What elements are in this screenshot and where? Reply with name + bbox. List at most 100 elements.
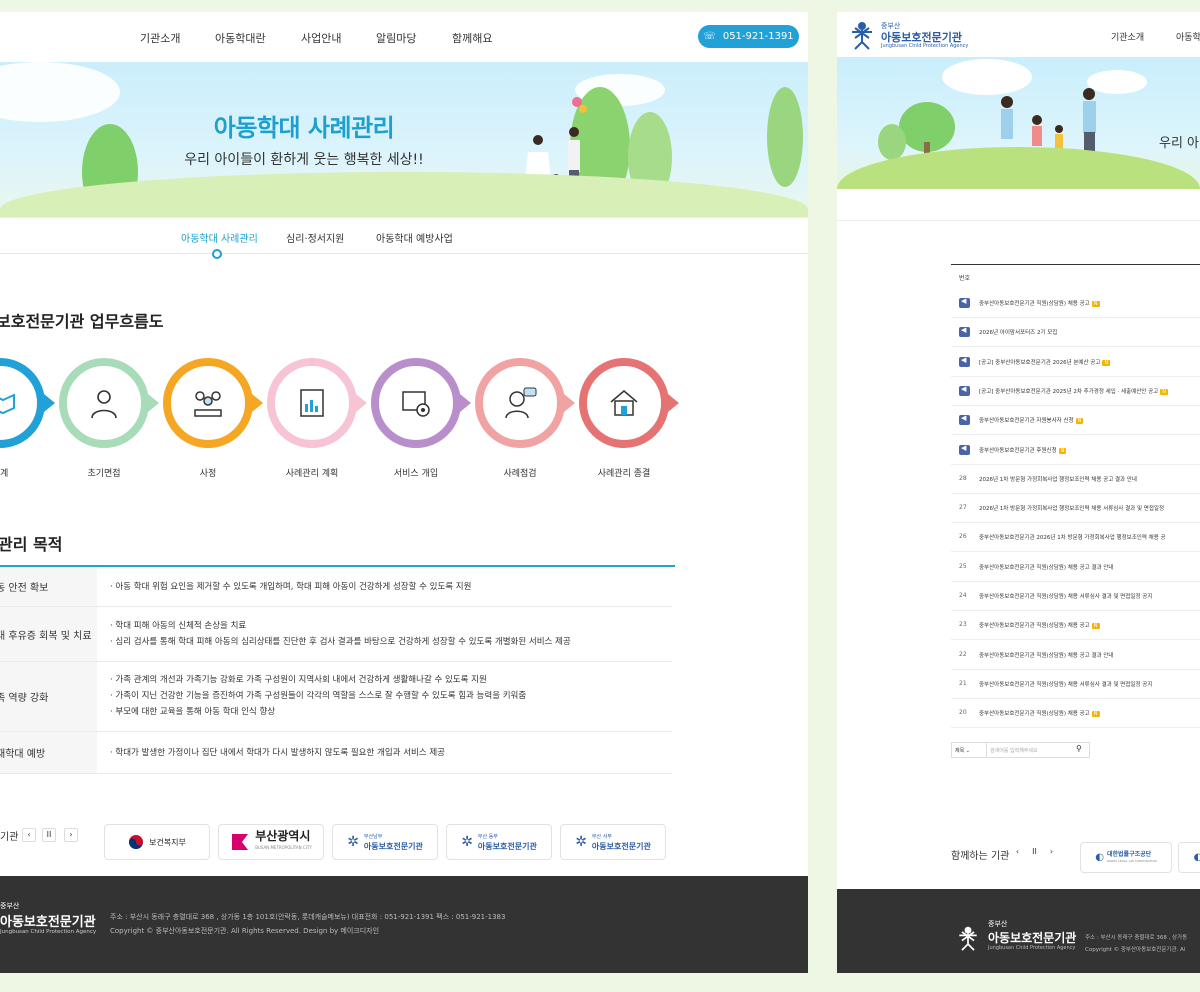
board-row[interactable]: 28 2026년 1차 방문형 가정회복사업 행정보조인력 채용 공고 결과 안내 xyxy=(951,465,1200,494)
board-row[interactable]: 26 중부산아동보호전문기관 2026년 1차 방문형 가정회복사업 행정보조인력… xyxy=(951,523,1200,552)
partner-logo-busan[interactable]: 부산광역시 BUSAN METROPOLITAN CITY xyxy=(218,824,324,860)
sub-tabs: 아동학대 사례관리 심리·정서지원 아동학대 예방사업 xyxy=(0,217,808,259)
partner-logo-mohw[interactable]: 보건복지부 xyxy=(104,824,210,860)
board-row-title[interactable]: 중부산아동보호전문기관 직원(상담원) 채용 공고 N xyxy=(979,621,1100,629)
flow-label-interview: 초기면접 xyxy=(87,469,121,479)
person-icon xyxy=(91,390,117,419)
nav-item-about[interactable]: 기관소개 xyxy=(1111,30,1144,43)
board-row-number: 21 xyxy=(959,680,967,687)
board-row-title[interactable]: 중부산아동보호전문기관 후원신청 N xyxy=(979,446,1067,454)
flow-label-check: 사례점검 xyxy=(503,469,537,479)
footer-copyright: Copyright © 중부산아동보호전문기관. Al xyxy=(1085,947,1186,953)
board-row[interactable]: 24 중부산아동보호전문기관 직원(상담원) 채용 서류심사 결과 및 면접일정 … xyxy=(951,582,1200,611)
nav-item-together[interactable]: 함께해요 xyxy=(452,30,492,46)
board-row-title[interactable]: 2026년 아이맘서포터즈 2기 모집 xyxy=(979,328,1057,336)
board-row-title[interactable]: 중부산아동보호전문기관 직원(상담원) 채용 서류심사 결과 및 면접일정 공지 xyxy=(979,592,1152,600)
board-row-title[interactable]: 중부산아동보호전문기관 직원(상담원) 채용 서류심사 결과 및 면접일정 공지 xyxy=(979,680,1152,688)
partner-logo-next[interactable]: ◐ xyxy=(1178,842,1200,873)
purpose-row-head: 족 역량 강화 xyxy=(0,662,97,731)
partner-next-button[interactable]: › xyxy=(64,828,78,842)
purpose-row-head: 동 안전 확보 xyxy=(0,567,97,606)
flow-step-close xyxy=(579,358,679,448)
header-logo-en: Jungbusan Child Protection Agency xyxy=(881,43,969,49)
board-row[interactable]: 중부산아동보호전문기관 후원신청N xyxy=(951,436,1200,465)
megaphone-icon xyxy=(959,414,970,425)
nav-item-abuse[interactable]: 아동학 xyxy=(1176,30,1200,43)
board-row-title[interactable]: 중부산아동보호전문기관 직원(상담원) 채용 공고 결과 안내 xyxy=(979,563,1113,571)
handshake-icon xyxy=(0,393,15,415)
nav-item-about[interactable]: 기관소개 xyxy=(140,30,180,46)
megaphone-icon xyxy=(959,356,970,367)
legal-aid-logo-icon: ◐ xyxy=(1095,852,1104,863)
phone-number: 051-921-1391 xyxy=(722,31,794,42)
nav-item-abuse[interactable]: 아동학대란 xyxy=(215,30,266,46)
board-row[interactable]: 중부산아동보호전문기관 자원봉사자 신청N xyxy=(951,406,1200,435)
purpose-title: 관리 목적 xyxy=(0,535,63,554)
footer-logo-small: 중부산 xyxy=(0,902,20,910)
board-row[interactable]: 25 중부산아동보호전문기관 직원(상담원) 채용 공고 결과 안내 xyxy=(951,553,1200,582)
tab-psych-support[interactable]: 심리·정서지원 xyxy=(286,230,344,245)
board-row[interactable]: 22 중부산아동보호전문기관 직원(상담원) 채용 공고 결과 안내 xyxy=(951,641,1200,670)
board-row-number: 22 xyxy=(959,651,967,658)
partner-prev-button[interactable]: ‹ xyxy=(22,828,36,842)
board-row-title[interactable]: [공고] 중부산아동보호전문기관 2026년 본예산 공고 N xyxy=(979,358,1111,366)
partner-pause-button[interactable]: II xyxy=(42,828,56,842)
new-badge: N xyxy=(1160,389,1168,395)
board-row[interactable]: 중부산아동보호전문기관 직원(상담원) 채용 공고N xyxy=(951,289,1200,318)
partner-prev-button[interactable]: ‹ xyxy=(1011,846,1024,859)
purpose-row: 동 안전 확보 · 아동 학대 위험 요인을 제거할 수 있도록 개입하며, 학… xyxy=(0,567,672,607)
phone-button[interactable]: ☏ 051-921-1391 xyxy=(698,25,799,48)
faq-person-icon xyxy=(505,387,537,419)
board-row-title[interactable]: 2026년 1차 방문형 가정회복사업 행정보조인력 채용 공고 결과 안내 xyxy=(979,475,1137,483)
search-input[interactable]: 검색어를 입력해주세요 xyxy=(986,742,1090,758)
partner-logo-east[interactable]: ✲ 부산 동부 아동보호전문기관 xyxy=(446,824,552,860)
nav-item-notice[interactable]: 알림마당 xyxy=(376,30,416,46)
board-row[interactable]: [공고] 중부산아동보호전문기관 2025년 2차 추가경정 세입 · 세출예산… xyxy=(951,377,1200,406)
board-row-title[interactable]: 중부산아동보호전문기관 2026년 1차 방문형 가정회복사업 행정보조인력 채… xyxy=(979,533,1166,541)
partner-pause-button[interactable]: II xyxy=(1028,846,1041,859)
board-row-title[interactable]: 중부산아동보호전문기관 직원(상담원) 채용 공고 N xyxy=(979,299,1100,307)
board-row-title[interactable]: 중부산아동보호전문기관 직원(상담원) 채용 공고 N xyxy=(979,709,1100,717)
taegeuk-icon xyxy=(129,835,144,849)
purpose-row-text: · 학대가 발생한 가정이나 집단 내에서 학대가 다시 발생하지 않도록 필요… xyxy=(110,748,445,758)
board-row[interactable]: 20 중부산아동보호전문기관 직원(상담원) 채용 공고 N xyxy=(951,699,1200,728)
board-row-title[interactable]: [공고] 중부산아동보호전문기관 2025년 2차 추가경정 세입 · 세출예산… xyxy=(979,387,1168,395)
tab-prevention[interactable]: 아동학대 예방사업 xyxy=(376,230,453,245)
flow-label-intervention: 서비스 개입 xyxy=(393,469,439,479)
board-row-number: 25 xyxy=(959,563,967,570)
footer-logo-en: Jungbusan Child Protection Agency xyxy=(988,945,1076,951)
search-icon[interactable]: ⚲ xyxy=(1076,744,1082,753)
flow-step-intervention xyxy=(371,358,471,448)
main-page-panel: 기관소개 아동학대란 사업안내 알림마당 함께해요 ☏ 051-921-1391 xyxy=(0,12,808,973)
partner-next-button[interactable]: › xyxy=(1045,846,1058,859)
board-row-number: 24 xyxy=(959,592,967,599)
tab-case-management[interactable]: 아동학대 사례관리 xyxy=(181,230,258,245)
search-field-select[interactable]: 제목 ⌄ xyxy=(951,742,987,758)
busan-logo-icon xyxy=(232,834,249,850)
purpose-row-text: · 가족 관계의 개선과 가족기능 강화로 가족 구성원이 지역사회 내에서 건… xyxy=(110,675,527,717)
board-row[interactable]: 23 중부산아동보호전문기관 직원(상담원) 채용 공고 N xyxy=(951,611,1200,640)
board-row[interactable]: 27 2026년 1차 방문형 가정회복사업 행정보조인력 채용 서류심사 결과 … xyxy=(951,494,1200,523)
board-row[interactable]: [공고] 중부산아동보호전문기관 2026년 본예산 공고N xyxy=(951,348,1200,377)
board-row-number: 27 xyxy=(959,504,967,511)
partner-logo-south[interactable]: ✲ 부산남부 아동보호전문기관 xyxy=(332,824,438,860)
board-row-title[interactable]: 2026년 1차 방문형 가정회복사업 행정보조인력 채용 서류심사 결과 및 … xyxy=(979,504,1164,512)
board-row[interactable]: 2026년 아이맘서포터즈 2기 모집 xyxy=(951,318,1200,347)
partner-logo-west[interactable]: ✲ 부산 서부 아동보호전문기관 xyxy=(560,824,666,860)
new-badge: N xyxy=(1091,711,1100,717)
purpose-row: 대 후유증 회복 및 치료 · 학대 피해 아동의 신체적 손상을 치료 · 심… xyxy=(0,607,672,662)
divider xyxy=(837,220,1200,221)
partner-logo-legal-aid[interactable]: ◐ 대한법률구조공단 KOREA LEGAL AID CORPORATION xyxy=(1080,842,1172,873)
new-badge: N xyxy=(1102,360,1111,366)
flow-step-plan xyxy=(267,358,367,448)
flow-label-close: 사례관리 종결 xyxy=(597,469,651,479)
board-row[interactable]: 21 중부산아동보호전문기관 직원(상담원) 채용 서류심사 결과 및 면접일정 … xyxy=(951,670,1200,699)
mascot-icon: ✲ xyxy=(575,834,587,850)
footer-address: 주소 : 부산시 동래구 충렬대로 368 , 상가동 xyxy=(1085,935,1188,941)
board-row-title[interactable]: 중부산아동보호전문기관 직원(상담원) 채용 공고 결과 안내 xyxy=(979,651,1113,659)
purpose-row-text: · 학대 피해 아동의 신체적 손상을 치료 · 심리 검사를 통해 학대 피해… xyxy=(110,621,571,647)
purpose-row: 재학대 예방 · 학대가 발생한 가정이나 집단 내에서 학대가 다시 발생하지… xyxy=(0,732,672,774)
hero-subtitle: 우리 아이들이 환하게 웃는 행복한 세상!! xyxy=(184,152,424,168)
board-row-title[interactable]: 중부산아동보호전문기관 자원봉사자 신청 N xyxy=(979,416,1084,424)
nav-item-business[interactable]: 사업안내 xyxy=(301,30,341,46)
